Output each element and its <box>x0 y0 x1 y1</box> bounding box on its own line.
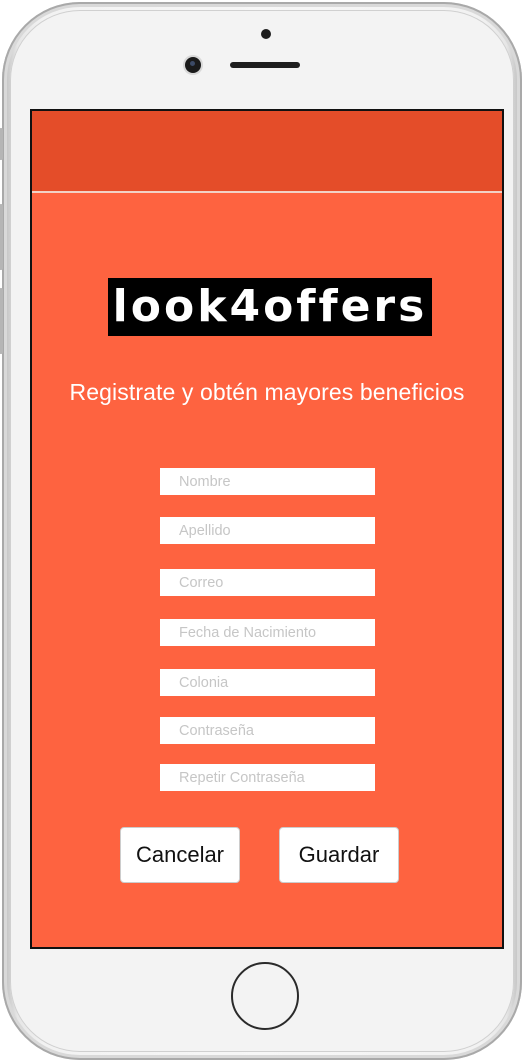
correo-field[interactable] <box>160 569 375 596</box>
colonia-field[interactable] <box>160 669 375 696</box>
home-button[interactable] <box>231 962 299 1030</box>
apellido-field[interactable] <box>160 517 375 544</box>
nombre-field[interactable] <box>160 468 375 495</box>
volume-up-button <box>0 204 3 270</box>
look4offers-logo: look4offers <box>108 278 432 336</box>
phone-screen: look4offers Registrate y obtén mayores b… <box>30 109 504 949</box>
mute-switch <box>0 128 3 160</box>
contrasena-field[interactable] <box>160 717 375 744</box>
volume-down-button <box>0 288 3 354</box>
phone-frame: look4offers Registrate y obtén mayores b… <box>0 2 522 1060</box>
app-screen: look4offers Registrate y obtén mayores b… <box>32 111 502 947</box>
cancel-button[interactable]: Cancelar <box>120 827 240 883</box>
logo-text: look4offers <box>112 281 428 332</box>
earpiece-speaker <box>230 62 300 68</box>
page-title: Registrate y obtén mayores beneficios <box>69 379 465 405</box>
fecha-nacimiento-field[interactable] <box>160 619 375 646</box>
save-button[interactable]: Guardar <box>279 827 399 883</box>
front-camera-icon <box>185 57 201 73</box>
proximity-sensor <box>261 29 271 39</box>
app-bar <box>32 111 502 193</box>
repetir-contrasena-field[interactable] <box>160 764 375 791</box>
